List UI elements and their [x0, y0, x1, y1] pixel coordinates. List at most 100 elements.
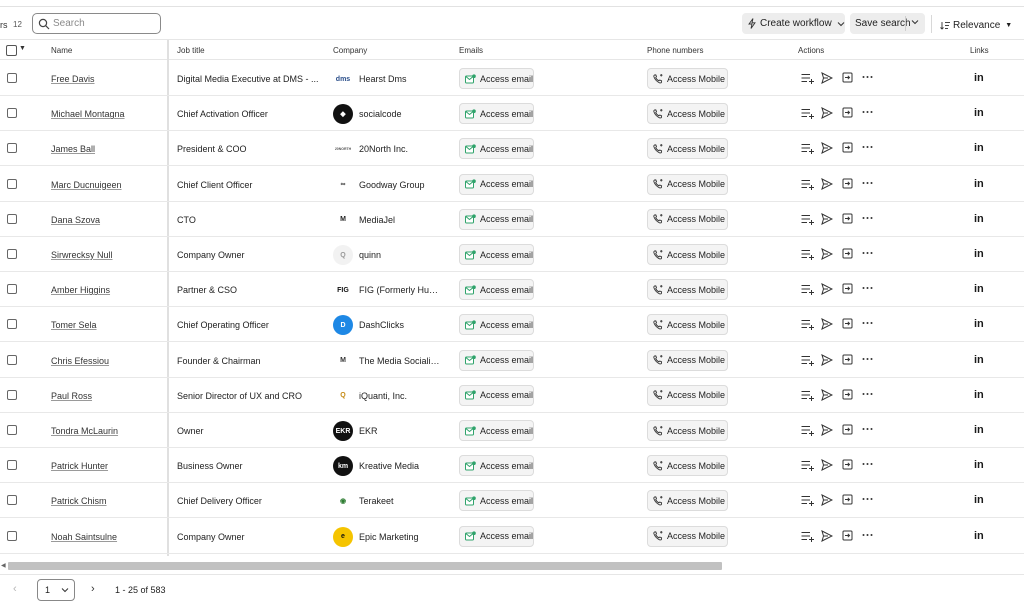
linkedin-icon[interactable]: in [974, 283, 984, 295]
company-logo[interactable]: ◆ [333, 104, 353, 125]
row-checkbox[interactable] [7, 354, 17, 365]
company-logo[interactable]: dms [333, 69, 353, 89]
access-email-button[interactable]: Access email [459, 208, 534, 230]
more-options-icon[interactable] [862, 424, 873, 435]
company-logo[interactable]: EKR [333, 421, 353, 441]
row-checkbox[interactable] [7, 284, 17, 295]
send-icon[interactable] [821, 529, 833, 542]
more-options-icon[interactable] [862, 318, 873, 329]
add-to-sequence-icon[interactable] [842, 494, 853, 505]
contact-name-link[interactable]: Marc Ducnuigeen [51, 180, 122, 190]
company-name[interactable]: DashClicks [359, 320, 441, 330]
linkedin-icon[interactable]: in [974, 72, 984, 84]
add-to-list-icon[interactable] [801, 424, 814, 436]
add-to-sequence-icon[interactable] [842, 459, 853, 470]
page-select[interactable]: 1 [37, 579, 75, 601]
linkedin-icon[interactable]: in [974, 459, 984, 471]
add-to-sequence-icon[interactable] [842, 248, 853, 259]
more-options-icon[interactable] [862, 354, 873, 365]
company-name[interactable]: Kreative Media [359, 461, 441, 471]
contact-name-link[interactable]: Noah Saintsulne [51, 532, 117, 542]
contact-name-link[interactable]: Tondra McLaurin [51, 426, 118, 436]
access-mobile-button[interactable]: Access Mobile [647, 279, 728, 301]
company-name[interactable]: Goodway Group [359, 180, 441, 190]
company-name[interactable]: socialcode [359, 109, 441, 119]
access-email-button[interactable]: Access email [459, 314, 534, 336]
more-options-icon[interactable] [862, 107, 873, 118]
access-email-button[interactable]: Access email [459, 279, 534, 301]
access-mobile-button[interactable]: Access Mobile [647, 455, 728, 477]
add-to-sequence-icon[interactable] [842, 107, 853, 118]
company-logo[interactable]: km [333, 456, 353, 477]
contact-name-link[interactable]: Amber Higgins [51, 285, 110, 295]
search-box[interactable] [32, 13, 161, 34]
access-email-button[interactable]: Access email [459, 455, 534, 477]
more-options-icon[interactable] [862, 178, 873, 189]
access-email-button[interactable]: Access email [459, 490, 534, 512]
company-name[interactable]: EKR [359, 426, 441, 436]
more-options-icon[interactable] [862, 530, 873, 541]
company-name[interactable]: FIG (Formerly Hun... [359, 285, 441, 295]
add-to-list-icon[interactable] [801, 389, 814, 401]
company-logo[interactable]: e [333, 526, 353, 547]
contact-name-link[interactable]: Chris Efessiou [51, 356, 109, 366]
add-to-sequence-icon[interactable] [842, 213, 853, 224]
add-to-sequence-icon[interactable] [842, 389, 853, 400]
company-logo[interactable]: M [333, 209, 353, 230]
send-icon[interactable] [821, 318, 833, 331]
row-checkbox[interactable] [7, 143, 17, 154]
contact-name-link[interactable]: Paul Ross [51, 391, 92, 401]
add-to-sequence-icon[interactable] [842, 72, 853, 83]
filters-label[interactable]: rs [0, 20, 8, 30]
add-to-sequence-icon[interactable] [842, 283, 853, 294]
row-checkbox[interactable] [7, 249, 17, 259]
access-email-button[interactable]: Access email [459, 68, 534, 89]
more-options-icon[interactable] [862, 494, 873, 505]
send-icon[interactable] [821, 72, 833, 84]
company-name[interactable]: Terakeet [359, 496, 441, 506]
add-to-sequence-icon[interactable] [842, 424, 853, 435]
linkedin-icon[interactable]: in [974, 142, 984, 154]
access-mobile-button[interactable]: Access Mobile [647, 349, 728, 371]
access-email-button[interactable]: Access email [459, 173, 534, 195]
access-mobile-button[interactable]: Access Mobile [647, 525, 728, 547]
add-to-list-icon[interactable] [801, 530, 814, 542]
access-email-button[interactable]: Access email [459, 244, 534, 265]
add-to-list-icon[interactable] [801, 213, 814, 225]
linkedin-icon[interactable]: in [974, 494, 984, 506]
row-checkbox[interactable] [7, 495, 17, 506]
company-logo[interactable]: Q [333, 385, 353, 406]
access-mobile-button[interactable]: Access Mobile [647, 208, 728, 230]
company-name[interactable]: MediaJel [359, 215, 441, 225]
scrollbar-thumb[interactable] [8, 562, 722, 570]
send-icon[interactable] [821, 248, 833, 260]
create-workflow-button[interactable]: Create workflow [742, 13, 845, 34]
access-mobile-button[interactable]: Access Mobile [647, 68, 728, 89]
more-options-icon[interactable] [862, 459, 873, 470]
send-icon[interactable] [821, 212, 833, 225]
access-mobile-button[interactable]: Access Mobile [647, 244, 728, 265]
company-logo[interactable]: M [333, 350, 353, 371]
add-to-list-icon[interactable] [801, 178, 814, 190]
contact-name-link[interactable]: James Ball [51, 144, 95, 154]
row-checkbox[interactable] [7, 389, 17, 400]
access-mobile-button[interactable]: Access Mobile [647, 490, 728, 512]
linkedin-icon[interactable]: in [974, 530, 984, 542]
column-header-company[interactable]: Company [333, 46, 367, 55]
add-to-list-icon[interactable] [801, 283, 814, 296]
more-options-icon[interactable] [862, 389, 873, 400]
company-name[interactable]: 20North Inc. [359, 144, 441, 154]
row-checkbox[interactable] [7, 73, 17, 83]
send-icon[interactable] [821, 142, 833, 155]
linkedin-icon[interactable]: in [974, 213, 984, 225]
access-mobile-button[interactable]: Access Mobile [647, 103, 728, 125]
more-options-icon[interactable] [862, 283, 873, 294]
company-name[interactable]: Hearst Dms [359, 74, 441, 84]
contact-name-link[interactable]: Patrick Hunter [51, 461, 108, 471]
linkedin-icon[interactable]: in [974, 107, 984, 119]
next-page-icon[interactable]: › [91, 583, 95, 595]
send-icon[interactable] [821, 494, 833, 507]
company-name[interactable]: Epic Marketing [359, 532, 441, 542]
sort-relevance-button[interactable]: Relevance ▼ [940, 20, 1012, 31]
chevron-down-icon[interactable] [911, 19, 919, 25]
